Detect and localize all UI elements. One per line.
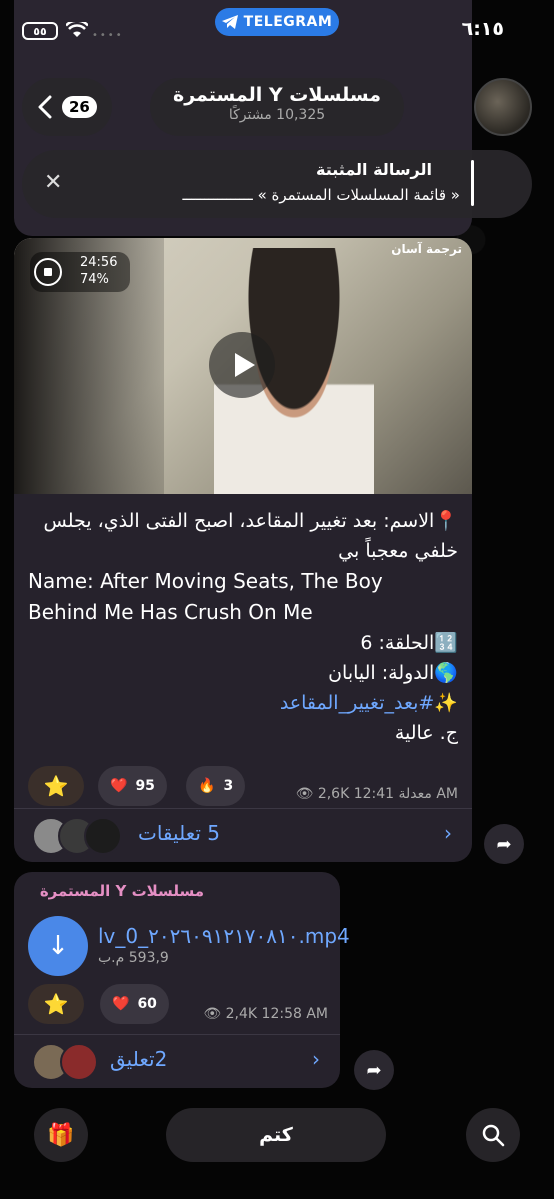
chevron-right-icon: › xyxy=(444,821,452,845)
file-size: 593,9 م.ب xyxy=(98,950,169,966)
post-meta: 👁 2,6K 12:41 معدلة AM xyxy=(295,786,458,802)
caption-episode: 🔢الحلقة: 6 xyxy=(360,632,458,654)
battery-icon: ٥٥ xyxy=(22,22,58,40)
telegram-pill-label: TELEGRAM xyxy=(243,14,333,30)
star-icon: ⭐ xyxy=(43,774,69,798)
star-reaction[interactable]: ⭐ xyxy=(28,984,84,1024)
fire-count: 3 xyxy=(223,778,234,794)
telegram-pill[interactable]: TELEGRAM xyxy=(215,8,339,36)
caption-hashtag[interactable]: ✨#بعد_تغيير_المقاعد xyxy=(28,688,458,718)
sender-name[interactable]: مسلسلات Y المستمرة xyxy=(40,882,204,900)
caption-title-ar: 📍الاسم: بعد تغيير المقاعد، اصبح الفتى ال… xyxy=(43,510,458,562)
heart-icon: ❤️ xyxy=(112,996,130,1012)
chevron-left-icon xyxy=(38,95,52,119)
post-meta: 👁 2,4K 12:58 AM xyxy=(203,1006,328,1022)
share-icon[interactable]: ➦ xyxy=(354,1050,394,1090)
fire-icon: 🔥 xyxy=(198,778,216,794)
comments-label: 5 تعليقات xyxy=(138,821,221,845)
heart-count: 60 xyxy=(137,996,157,1012)
back-button[interactable]: 26 xyxy=(22,78,112,136)
video-thumbnail[interactable]: ترجمة آسان 24:56 74% xyxy=(14,238,472,494)
telegram-plane-icon xyxy=(221,15,238,29)
avatar xyxy=(60,1043,98,1081)
close-icon[interactable]: ✕ xyxy=(44,170,62,195)
unread-count-badge: 26 xyxy=(62,96,97,118)
commenter-avatars xyxy=(32,817,124,855)
cellular-signal-icon: •••• xyxy=(92,30,124,41)
pinned-title: الرسالة المثبتة xyxy=(316,160,432,179)
heart-reaction[interactable]: ❤️ 95 xyxy=(98,766,167,806)
star-icon: ⭐ xyxy=(43,992,69,1016)
play-icon[interactable] xyxy=(209,332,275,398)
mute-button[interactable]: كتم xyxy=(166,1108,386,1162)
search-icon[interactable] xyxy=(466,1108,520,1162)
caption-country: 🌎الدولة: اليابان xyxy=(328,662,458,684)
channel-post[interactable]: ترجمة آسان 24:56 74% 📍الاسم: بعد تغيير ا… xyxy=(14,238,472,862)
fire-reaction[interactable]: 🔥 3 xyxy=(186,766,246,806)
post-caption: 📍الاسم: بعد تغيير المقاعد، اصبح الفتى ال… xyxy=(28,506,458,748)
bottom-bar: 🎁 كتم xyxy=(0,1100,554,1199)
download-icon[interactable]: ↓ xyxy=(28,916,88,976)
channel-title: مسلسلات Y المستمرة xyxy=(173,84,381,106)
download-progress: 74% xyxy=(80,272,109,287)
video-duration-badge[interactable]: 24:56 74% xyxy=(30,252,130,292)
video-watermark: ترجمة آسان xyxy=(391,242,462,256)
stop-download-icon[interactable] xyxy=(34,258,62,286)
wifi-icon xyxy=(65,19,89,42)
heart-count: 95 xyxy=(135,778,155,794)
avatar xyxy=(84,817,122,855)
caption-title-en: Name: After Moving Seats, The Boy Behind… xyxy=(28,569,383,624)
heart-reaction[interactable]: ❤️ 60 xyxy=(100,984,169,1024)
share-icon[interactable]: ➦ xyxy=(484,824,524,864)
pinned-indicator xyxy=(471,160,474,206)
file-post[interactable]: مسلسلات Y المستمرة ↓ lv_0_٢٠٢٦٠٩١٢١٧٠٨١٠… xyxy=(14,872,350,1088)
clock: ٦:١٥ xyxy=(461,18,504,40)
star-reaction[interactable]: ⭐ xyxy=(28,766,84,806)
comments-button[interactable]: 2تعليق › xyxy=(14,1034,340,1088)
comments-label: 2تعليق xyxy=(110,1047,168,1071)
chevron-right-icon: › xyxy=(312,1047,320,1071)
status-bar: ٥٥ •••• TELEGRAM ٦:١٥ xyxy=(0,0,554,62)
heart-icon: ❤️ xyxy=(110,778,128,794)
comments-button[interactable]: 5 تعليقات › xyxy=(14,808,472,862)
file-name[interactable]: lv_0_٢٠٢٦٠٩١٢١٧٠٨١٠.mp4 xyxy=(98,924,350,948)
subscriber-count: 10,325 مشتركًا xyxy=(228,107,326,123)
pinned-text: « قائمة المسلسلات المستمرة » ـــــــــــ… xyxy=(182,186,460,204)
channel-title-button[interactable]: مسلسلات Y المستمرة 10,325 مشتركًا xyxy=(150,78,404,136)
video-duration: 24:56 xyxy=(80,255,118,270)
pinned-message-bar[interactable]: ✕ الرسالة المثبتة « قائمة المسلسلات المس… xyxy=(22,150,532,218)
caption-quality: ج. عالية xyxy=(394,722,458,744)
gift-icon[interactable]: 🎁 xyxy=(34,1108,88,1162)
channel-avatar[interactable] xyxy=(474,78,532,136)
